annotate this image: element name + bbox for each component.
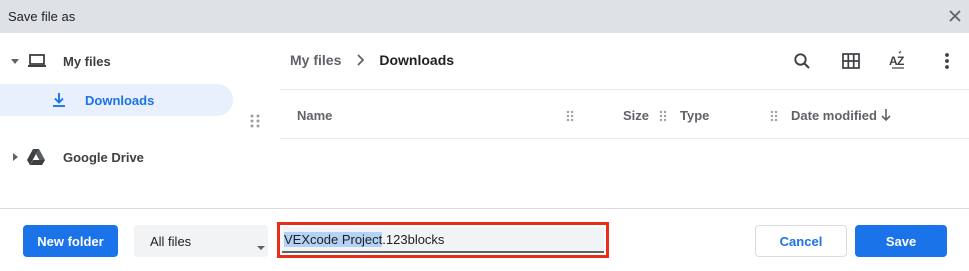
column-header-size[interactable]: Size — [623, 108, 649, 123]
close-button[interactable] — [945, 6, 965, 26]
more-vert-icon — [945, 53, 949, 69]
sidebar-item-downloads[interactable]: Downloads — [0, 84, 233, 116]
column-header-type[interactable]: Type — [680, 108, 709, 123]
svg-text:Z: Z — [897, 54, 904, 68]
drive-icon — [26, 148, 46, 169]
sidebar-item-label: Downloads — [85, 93, 155, 108]
more-options-button[interactable] — [933, 47, 961, 75]
filename-input[interactable]: VEXcode Project.123blocks — [282, 227, 604, 253]
column-header-name[interactable]: Name — [297, 108, 332, 123]
drag-grip-icon — [250, 114, 260, 128]
column-resize-grip-icon[interactable] — [566, 110, 574, 122]
sidebar-item-google-drive[interactable]: Google Drive — [0, 141, 248, 173]
new-folder-button[interactable]: New folder — [23, 225, 118, 257]
dialog-titlebar: Save file as — [0, 0, 969, 33]
sidebar-item-label: Google Drive — [63, 150, 144, 165]
file-type-select[interactable]: All files — [134, 225, 268, 257]
breadcrumb: My files Downloads — [290, 52, 454, 68]
sort-az-icon: A Z — [889, 51, 904, 69]
column-resize-grip-icon[interactable] — [659, 110, 667, 122]
sidebar-resize-handle[interactable] — [249, 113, 261, 129]
search-icon — [794, 53, 810, 69]
chevron-right-icon — [357, 54, 365, 66]
breadcrumb-my-files[interactable]: My files — [290, 52, 341, 68]
file-list-pane: My files Downloads A Z Name Size Type Da… — [280, 33, 969, 208]
cancel-button[interactable]: Cancel — [755, 225, 847, 257]
file-type-value: All files — [150, 234, 192, 249]
save-button[interactable]: Save — [855, 225, 947, 257]
sort-descending-arrow-icon[interactable] — [880, 108, 892, 125]
filename-extension-text: .123blocks — [382, 232, 445, 247]
column-header-date-modified[interactable]: Date modified — [791, 108, 877, 123]
filename-highlight-box: VEXcode Project.123blocks — [277, 222, 609, 258]
dropdown-arrow-icon — [256, 239, 266, 254]
download-icon — [50, 91, 68, 112]
breadcrumb-downloads[interactable]: Downloads — [379, 52, 454, 68]
grid-view-icon — [842, 53, 860, 69]
sidebar-item-label: My files — [63, 54, 111, 69]
sort-button[interactable]: A Z — [884, 47, 912, 75]
collapse-caret-icon[interactable] — [10, 152, 20, 162]
sidebar: My files Downloads Google Drive — [0, 33, 248, 208]
dialog-title: Save file as — [8, 9, 76, 24]
dialog-footer: New folder All files VEXcode Project.123… — [0, 208, 969, 271]
grid-view-button[interactable] — [837, 47, 865, 75]
expand-caret-icon[interactable] — [10, 56, 20, 66]
close-icon — [949, 10, 961, 22]
column-resize-grip-icon[interactable] — [770, 110, 778, 122]
search-button[interactable] — [788, 47, 816, 75]
laptop-icon — [27, 52, 47, 73]
filename-selected-text: VEXcode Project — [284, 232, 383, 247]
file-table-header: Name Size Type Date modified — [280, 89, 969, 139]
sidebar-item-my-files[interactable]: My files — [0, 45, 248, 77]
